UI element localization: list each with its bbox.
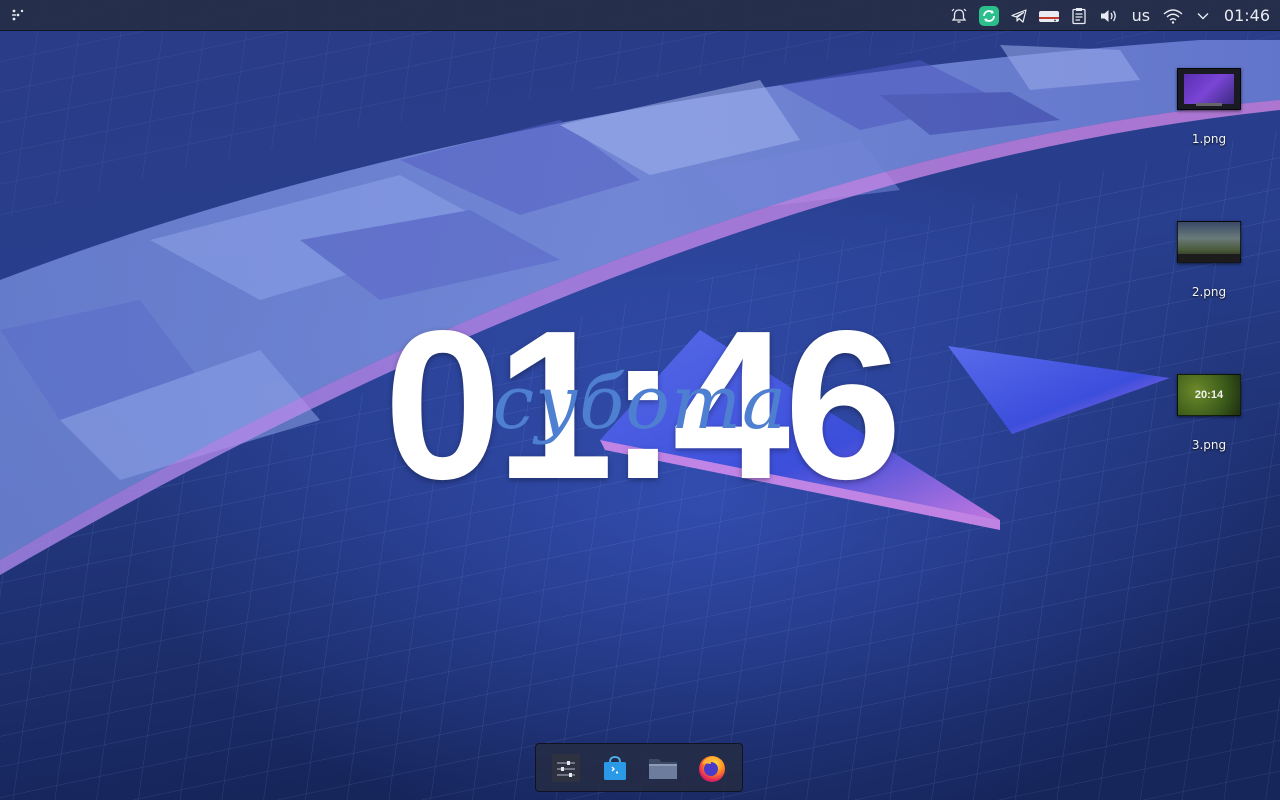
desktop-clock-widget: 01:46 субота	[330, 295, 950, 515]
thumbnail-clock-text: 20:14	[1194, 389, 1224, 401]
drive-icon	[1038, 10, 1059, 22]
volume-button[interactable]	[1094, 0, 1124, 31]
drive-button[interactable]	[1034, 0, 1064, 31]
system-tray: us 01:46	[944, 0, 1280, 31]
notifications-button[interactable]	[944, 0, 974, 31]
panel-clock[interactable]: 01:46	[1218, 0, 1280, 31]
keyboard-layout-indicator[interactable]: us	[1124, 0, 1158, 31]
app-status-button[interactable]	[974, 0, 1004, 31]
app-status-icon	[978, 5, 999, 26]
file-thumbnail	[1177, 221, 1241, 263]
firefox-icon	[698, 755, 725, 782]
clipboard-button[interactable]	[1064, 0, 1094, 31]
wifi-icon	[1163, 8, 1183, 24]
telegram-icon	[1011, 8, 1027, 23]
file-label: 2.png	[1191, 285, 1227, 299]
telegram-button[interactable]	[1004, 0, 1034, 31]
clipboard-icon	[1072, 7, 1086, 24]
desktop-file-3[interactable]: 20:14 3.png	[1169, 374, 1249, 452]
launcher-icon	[12, 9, 24, 21]
desktop-file-2[interactable]: 2.png	[1169, 221, 1249, 299]
volume-icon	[1100, 9, 1116, 22]
dock	[535, 743, 743, 792]
file-thumbnail	[1177, 68, 1241, 110]
dock-file-manager[interactable]	[643, 748, 683, 788]
settings-sliders-icon	[552, 753, 581, 782]
file-thumbnail: 20:14	[1177, 374, 1241, 416]
desktop: us 01:46 1.png 2.png 20:14 3.png 01:46 с…	[0, 0, 1280, 800]
dock-firefox[interactable]	[692, 748, 732, 788]
top-panel: us 01:46	[0, 0, 1280, 31]
file-label: 3.png	[1191, 438, 1227, 452]
clock-day: субота	[492, 360, 788, 446]
wifi-button[interactable]	[1158, 0, 1188, 31]
application-launcher-button[interactable]	[6, 4, 28, 26]
alarm-bell-icon	[951, 8, 967, 23]
dock-system-settings[interactable]	[546, 748, 586, 788]
dock-software-store[interactable]	[595, 748, 635, 788]
folder-icon	[649, 758, 678, 779]
store-bag-icon	[603, 755, 626, 780]
desktop-file-1[interactable]: 1.png	[1169, 68, 1249, 146]
chevron-down-icon	[1197, 12, 1209, 19]
file-label: 1.png	[1191, 132, 1227, 146]
expand-tray-button[interactable]	[1188, 0, 1218, 31]
